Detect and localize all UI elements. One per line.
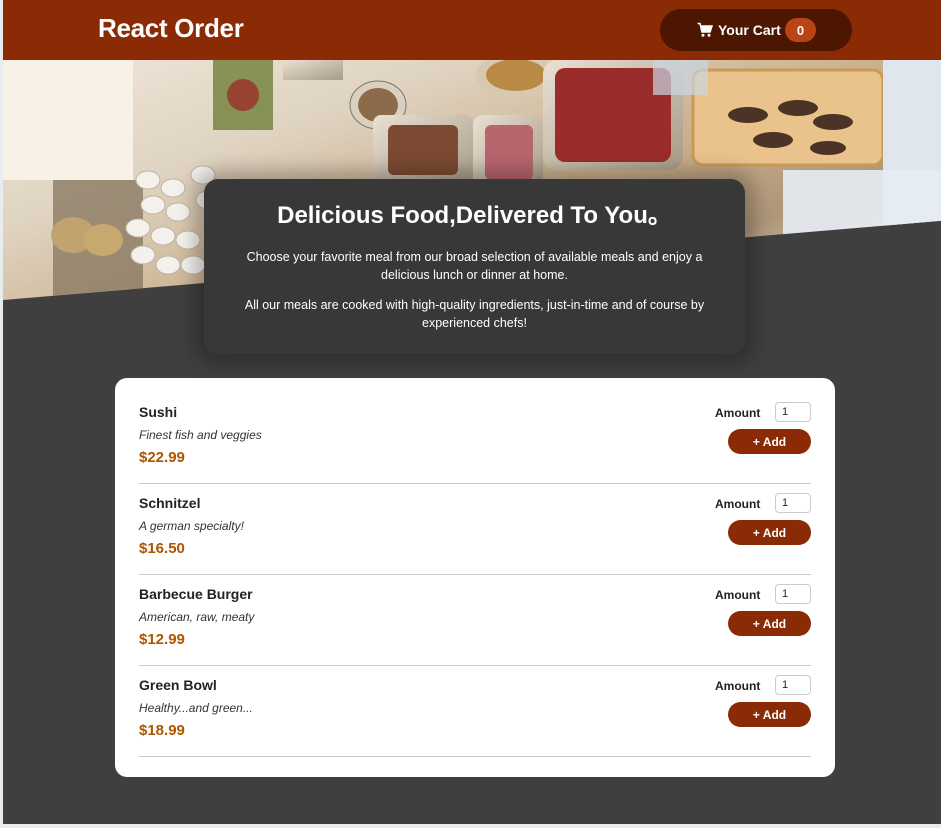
cart-label: Your Cart [718, 22, 781, 38]
amount-label: Amount [715, 406, 761, 420]
amount-input[interactable] [775, 493, 811, 513]
meal-description: A german specialty! [139, 519, 244, 533]
app-title: React Order [98, 13, 244, 43]
meal-item: Green Bowl Healthy...and green... $18.99… [139, 666, 811, 757]
header: React Order Your Cart 0 [3, 0, 941, 60]
meal-name: Barbecue Burger [139, 586, 253, 602]
amount-input[interactable] [775, 402, 811, 422]
meal-price: $12.99 [139, 631, 185, 648]
meal-name: Sushi [139, 404, 178, 420]
amount-input[interactable] [775, 584, 811, 604]
cart-button[interactable]: Your Cart 0 [660, 9, 852, 51]
app-root: React Order Your Cart 0 Delicious Food,D… [3, 0, 941, 824]
meal-price: $18.99 [139, 722, 185, 739]
summary-paragraph: All our meals are cooked with high-quali… [244, 298, 705, 330]
summary-paragraph: Choose your favorite meal from our broad… [246, 250, 703, 282]
meal-price: $16.50 [139, 540, 185, 557]
amount-label: Amount [715, 588, 761, 602]
summary-title: Delicious Food,Delivered To You。 [277, 202, 672, 229]
meal-description: Healthy...and green... [139, 701, 253, 715]
amount-input[interactable] [775, 675, 811, 695]
cart-count-badge: 0 [785, 18, 816, 42]
add-button[interactable]: + Add [728, 611, 811, 636]
meal-name: Schnitzel [139, 495, 201, 511]
amount-label: Amount [715, 679, 761, 693]
meal-price: $22.99 [139, 449, 185, 466]
amount-label: Amount [715, 497, 761, 511]
meal-description: Finest fish and veggies [139, 428, 262, 442]
add-button[interactable]: + Add [728, 702, 811, 727]
add-button[interactable]: + Add [728, 429, 811, 454]
meal-item: Sushi Finest fish and veggies $22.99 Amo… [139, 393, 811, 484]
cart-icon [697, 22, 714, 38]
add-button[interactable]: + Add [728, 520, 811, 545]
meals-list-card: Sushi Finest fish and veggies $22.99 Amo… [115, 378, 835, 777]
meal-item: Schnitzel A german specialty! $16.50 Amo… [139, 484, 811, 575]
meal-description: American, raw, meaty [139, 610, 255, 624]
meal-name: Green Bowl [139, 677, 217, 693]
meal-item: Barbecue Burger American, raw, meaty $12… [139, 575, 811, 666]
summary-card: Delicious Food,Delivered To You。 Choose … [204, 179, 745, 354]
